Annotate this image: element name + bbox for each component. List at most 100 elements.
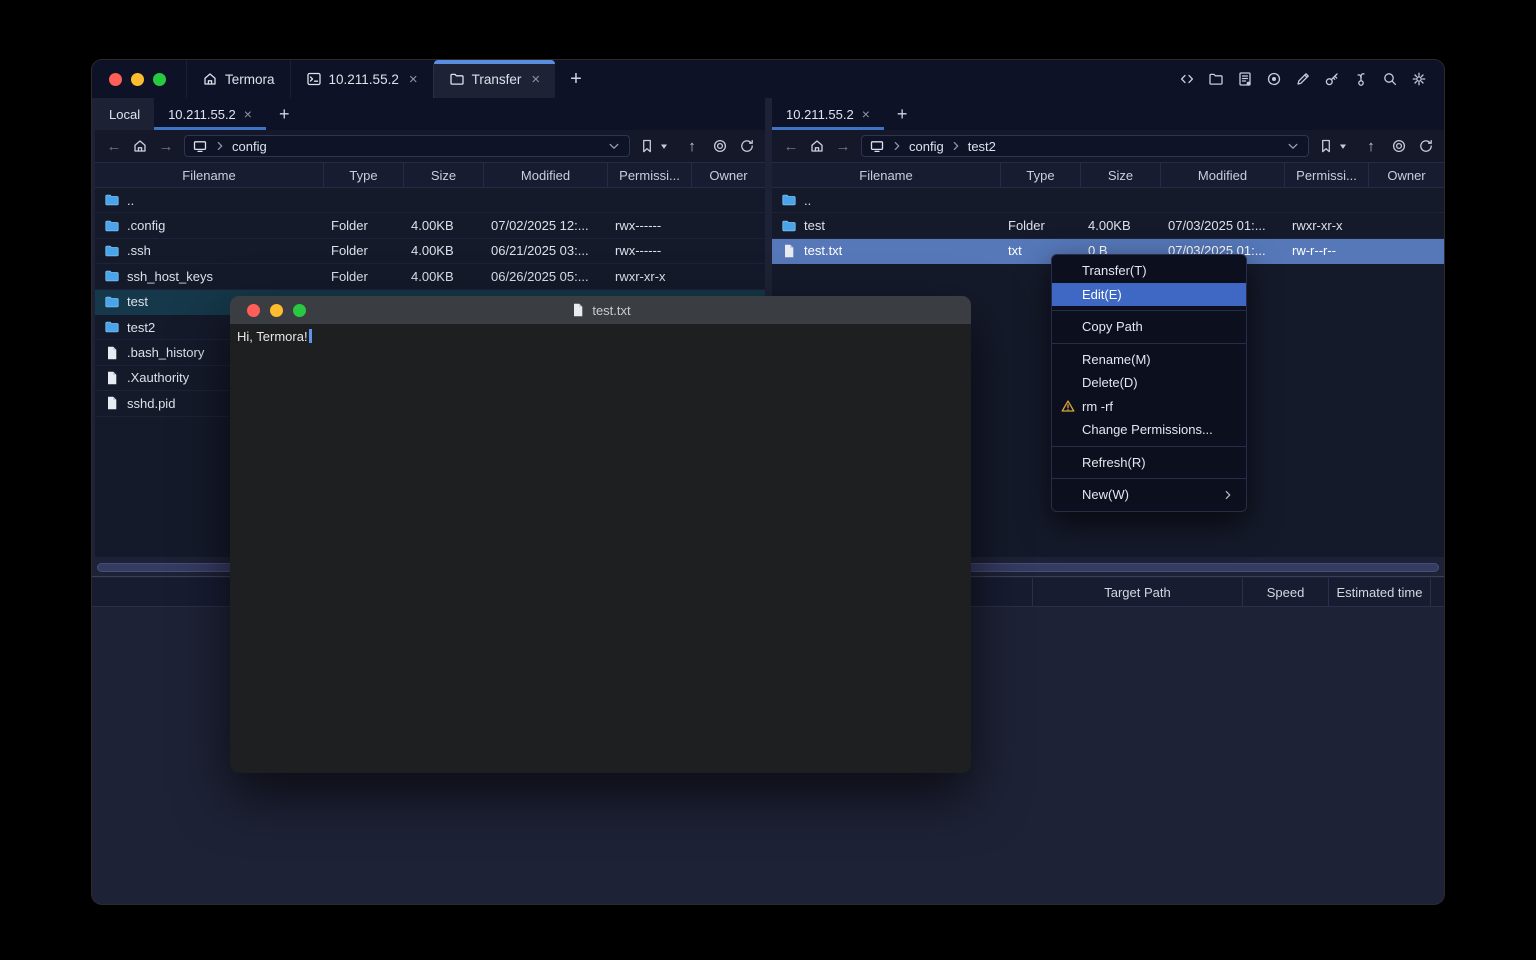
- file-row--[interactable]: ..: [772, 188, 1444, 213]
- close-tab-icon[interactable]: ×: [862, 106, 870, 122]
- show-hidden-icon[interactable]: [1391, 138, 1407, 154]
- code-icon[interactable]: [1179, 71, 1195, 87]
- menu-item-refresh-r-[interactable]: Refresh(R): [1052, 451, 1246, 475]
- bookmark-icon: [639, 138, 655, 154]
- column-header-filename[interactable]: Filename: [772, 163, 1000, 187]
- column-header-owner[interactable]: Owner: [1368, 163, 1444, 187]
- left_pane-path-field[interactable]: config: [184, 135, 630, 157]
- column-header-size[interactable]: Size: [403, 163, 483, 187]
- menu-separator: [1052, 478, 1246, 479]
- column-header-type[interactable]: Type: [323, 163, 403, 187]
- right_pane-path-field[interactable]: config test2: [861, 135, 1309, 157]
- close-window-button[interactable]: [109, 73, 122, 86]
- title-tab-10-211-55-2[interactable]: 10.211.55.2 ×: [290, 60, 433, 98]
- transfer-column-estimated-time[interactable]: Estimated time: [1328, 578, 1430, 606]
- column-header-size[interactable]: Size: [1080, 163, 1160, 187]
- editor-zoom-button[interactable]: [293, 304, 306, 317]
- home-icon: [202, 71, 218, 87]
- close-tab-icon[interactable]: ×: [531, 72, 540, 87]
- refresh-icon[interactable]: [739, 138, 755, 154]
- menu-item-edit-e-[interactable]: Edit(E): [1052, 283, 1246, 307]
- up-arrow-icon[interactable]: ↑: [683, 138, 701, 155]
- menu-item-new-w-[interactable]: New(W): [1052, 483, 1246, 507]
- path-segment[interactable]: config: [232, 139, 267, 154]
- column-header-modified[interactable]: Modified: [1160, 163, 1284, 187]
- back-icon[interactable]: ←: [782, 138, 800, 155]
- menu-item-rm-rf[interactable]: rm -rf: [1052, 395, 1246, 419]
- chevron-down-icon[interactable]: [606, 138, 622, 154]
- filename-cell: ssh_host_keys: [95, 268, 323, 284]
- pane-tab-10-211-55-2[interactable]: 10.211.55.2×: [154, 98, 266, 130]
- pane-tab-10-211-55-2[interactable]: 10.211.55.2×: [772, 98, 884, 130]
- key-icon[interactable]: [1324, 71, 1340, 87]
- menu-item-copy-path[interactable]: Copy Path: [1052, 315, 1246, 339]
- filename-text: .ssh: [127, 243, 151, 258]
- title-tab-termora[interactable]: Termora: [186, 60, 290, 98]
- refresh-icon[interactable]: [1418, 138, 1434, 154]
- filename-text: .config: [127, 218, 165, 233]
- title-tab-label: 10.211.55.2: [329, 72, 399, 87]
- up-arrow-icon[interactable]: ↑: [1362, 138, 1380, 155]
- forward-icon[interactable]: →: [834, 138, 852, 155]
- chevron-down-icon[interactable]: [1285, 138, 1301, 154]
- file-row--[interactable]: ..: [95, 188, 765, 213]
- column-header-permissi[interactable]: Permissi...: [1284, 163, 1368, 187]
- close-tab-icon[interactable]: ×: [244, 106, 252, 122]
- keychain-icon[interactable]: [1353, 71, 1369, 87]
- file-row-test[interactable]: testFolder4.00KB07/03/2025 01:...rwxr-xr…: [772, 213, 1444, 238]
- new-title-tab-button[interactable]: +: [555, 60, 597, 98]
- path-segment[interactable]: test2: [968, 139, 996, 154]
- perm-cell: rwxr-xr-x: [607, 269, 691, 284]
- type-cell: Folder: [323, 269, 403, 284]
- filename-text: sshd.pid: [127, 396, 175, 411]
- column-header-owner[interactable]: Owner: [691, 163, 765, 187]
- menu-item-transfer-t-[interactable]: Transfer(T): [1052, 259, 1246, 283]
- column-header-type[interactable]: Type: [1000, 163, 1080, 187]
- menu-item-change-permissions-[interactable]: Change Permissions...: [1052, 418, 1246, 442]
- folder-icon: [781, 192, 797, 208]
- filename-text: .Xauthority: [127, 370, 189, 385]
- back-icon[interactable]: ←: [105, 138, 123, 155]
- pane-tab-local[interactable]: Local: [95, 98, 154, 130]
- file-row--ssh[interactable]: .sshFolder4.00KB06/21/2025 03:...rwx----…: [95, 239, 765, 264]
- bookmark-menu-button[interactable]: [1318, 138, 1351, 154]
- filename-text: test2: [127, 320, 155, 335]
- minimize-window-button[interactable]: [131, 73, 144, 86]
- settings-icon[interactable]: [1411, 71, 1427, 87]
- log-icon[interactable]: [1237, 71, 1253, 87]
- column-header-permissi[interactable]: Permissi...: [607, 163, 691, 187]
- transfer-column-speed[interactable]: Speed: [1242, 578, 1328, 606]
- editor-content-area[interactable]: Hi, Termora!: [230, 324, 971, 350]
- new-pane-tab-button[interactable]: +: [266, 98, 303, 130]
- folder-icon: [104, 268, 120, 284]
- editor-minimize-button[interactable]: [270, 304, 283, 317]
- file-row--config[interactable]: .configFolder4.00KB07/02/2025 12:...rwx-…: [95, 213, 765, 238]
- zoom-window-button[interactable]: [153, 73, 166, 86]
- new-pane-tab-button[interactable]: +: [884, 98, 921, 130]
- file-row-ssh-host-keys[interactable]: ssh_host_keysFolder4.00KB06/26/2025 05:.…: [95, 264, 765, 289]
- menu-item-rename-m-[interactable]: Rename(M): [1052, 348, 1246, 372]
- forward-icon[interactable]: →: [157, 138, 175, 155]
- editor-titlebar: test.txt: [230, 296, 971, 324]
- bookmark-menu-button[interactable]: [639, 138, 672, 154]
- computer-icon: [192, 138, 208, 154]
- edit-icon[interactable]: [1295, 71, 1311, 87]
- home-icon[interactable]: [809, 138, 825, 154]
- column-header-filename[interactable]: Filename: [95, 163, 323, 187]
- warning-icon: [1060, 398, 1076, 414]
- title-tab-transfer[interactable]: Transfer×: [433, 60, 556, 98]
- home-icon[interactable]: [132, 138, 148, 154]
- size-cell: 4.00KB: [403, 243, 483, 258]
- path-segment[interactable]: config: [909, 139, 944, 154]
- search-icon[interactable]: [1382, 71, 1398, 87]
- record-icon[interactable]: [1266, 71, 1282, 87]
- show-hidden-icon[interactable]: [712, 138, 728, 154]
- close-tab-icon[interactable]: ×: [409, 72, 418, 87]
- folder-icon[interactable]: [1208, 71, 1224, 87]
- menu-item-label: Change Permissions...: [1082, 422, 1213, 437]
- column-header-modified[interactable]: Modified: [483, 163, 607, 187]
- editor-close-button[interactable]: [247, 304, 260, 317]
- menu-item-delete-d-[interactable]: Delete(D): [1052, 371, 1246, 395]
- chevron-right-icon: [948, 138, 964, 154]
- transfer-column-target-path[interactable]: Target Path: [1032, 578, 1242, 606]
